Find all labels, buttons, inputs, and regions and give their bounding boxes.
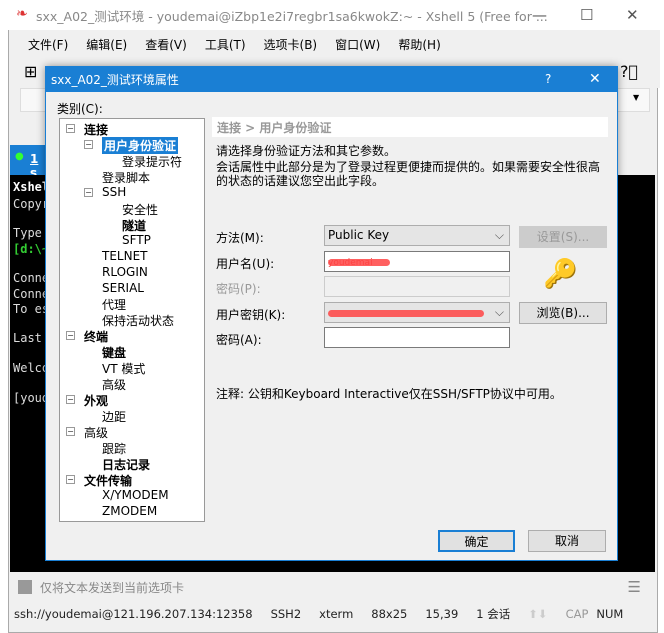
category-tree[interactable]: − 连接 − 用户身份验证 登录提示符 登录脚本 − SSH 安全性 隧道 SFTP TELNET RL… xyxy=(59,118,205,522)
window-title: sxx_A02_测试环境 - youdemai@iZbp1e2i7regbr1s… xyxy=(36,8,548,24)
dialog-close-button[interactable]: ✕ xyxy=(589,71,601,87)
terminal-line: Welco xyxy=(13,361,50,375)
tree-item[interactable]: 安全性 xyxy=(122,201,158,218)
menu-icon[interactable]: ☰ xyxy=(628,578,641,596)
tab-session[interactable]: ● 1 s xyxy=(10,145,48,180)
tree-item[interactable]: SERIAL xyxy=(102,281,144,295)
menu-item[interactable]: 工具(T) xyxy=(205,36,246,53)
userkey-label: 用户密钥(K): xyxy=(216,308,286,322)
method-label: 方法(M): xyxy=(216,231,264,245)
tree-item[interactable]: 保持活动状态 xyxy=(102,312,174,329)
status-terminal: xterm xyxy=(319,607,354,621)
tree-item[interactable]: VT 模式 xyxy=(102,360,145,377)
tree-item[interactable]: 用户身份验证 xyxy=(102,136,179,154)
tree-item[interactable]: TELNET xyxy=(102,249,148,263)
tree-item[interactable]: 隧道 xyxy=(122,217,146,234)
tree-item[interactable]: X/YMODEM xyxy=(102,488,169,502)
tree-item[interactable]: 终端 xyxy=(84,328,108,345)
userkey-select[interactable]: ⌵ xyxy=(324,302,510,323)
tree-item[interactable]: 文件传输 xyxy=(84,472,132,489)
help-icon[interactable]: ?⃝ xyxy=(620,62,638,81)
minimize-button[interactable]: — xyxy=(532,6,547,24)
tree-item[interactable]: 跟踪 xyxy=(102,440,126,457)
tree-item[interactable]: 外观 xyxy=(84,392,108,409)
description-note: 会话属性中此部分是为了登录过程更便捷而提供的。如果需要安全性很高的状态的话建议您… xyxy=(216,160,601,188)
status-size: 88x25 xyxy=(371,607,408,621)
note-text: 注释: 公钥和Keyboard Interactive仅在SSH/SFTP协议中… xyxy=(216,387,562,401)
terminal-line: Type xyxy=(13,226,50,240)
username-input[interactable]: youdemai xyxy=(324,251,510,272)
new-session-icon[interactable]: ⊞ xyxy=(24,62,37,81)
terminal-line: Conne xyxy=(13,271,50,285)
method-select[interactable]: Public Key ⌵ xyxy=(324,225,510,246)
terminal-line: Xshel xyxy=(13,180,50,194)
compose-bar[interactable]: 仅将文本发送到当前选项卡 ☰ xyxy=(10,574,655,600)
ok-button[interactable]: 确定 xyxy=(438,530,515,552)
status-sessions: 1 会话 xyxy=(476,607,511,621)
settings-button: 设置(S)... xyxy=(519,226,607,248)
menu-item[interactable]: 帮助(H) xyxy=(398,36,440,53)
tree-item[interactable]: 登录提示符 xyxy=(122,153,182,170)
terminal-line: [youd xyxy=(13,391,50,405)
arrow-icons: ⬆⬇ xyxy=(528,607,548,621)
collapse-icon[interactable]: − xyxy=(84,187,93,197)
properties-dialog: sxx_A02_测试环境属性 ? ✕ 类别(C): − 连接 − 用户身份验证 登录提示… xyxy=(45,66,618,561)
tree-item[interactable]: 高级 xyxy=(84,424,108,441)
dialog-title-bar: sxx_A02_测试环境属性 ? ✕ xyxy=(46,67,617,92)
caps-indicator: CAP xyxy=(565,607,589,621)
tree-item[interactable]: RLOGIN xyxy=(102,265,148,279)
user-key-icon: 🔑 xyxy=(543,257,578,290)
terminal-line: Copyr xyxy=(13,197,50,211)
collapse-icon[interactable]: − xyxy=(66,395,75,405)
menu-item[interactable]: 查看(V) xyxy=(145,36,187,53)
terminal-line: [d:\~ xyxy=(13,242,50,256)
menu-item[interactable]: 选项卡(B) xyxy=(264,36,318,53)
status-cursor: 15,39 xyxy=(425,607,459,621)
breadcrumb: 连接 > 用户身份验证 xyxy=(212,117,608,137)
collapse-icon[interactable]: − xyxy=(66,124,75,133)
menu-item[interactable]: 窗口(W) xyxy=(335,36,380,53)
status-protocol: SSH2 xyxy=(270,607,302,621)
dialog-title: sxx_A02_测试环境属性 xyxy=(51,73,179,87)
terminal-line: To es xyxy=(13,302,50,316)
tree-item[interactable]: 连接 xyxy=(84,121,108,138)
tree-item[interactable]: ZMODEM xyxy=(102,504,157,518)
password-label: 密码(P): xyxy=(216,282,261,296)
tree-item[interactable]: 键盘 xyxy=(102,344,126,361)
tree-item[interactable]: 登录脚本 xyxy=(102,169,150,186)
menu-item[interactable]: 编辑(E) xyxy=(86,36,127,53)
tree-item[interactable]: 代理 xyxy=(102,296,126,313)
compose-input[interactable]: 仅将文本发送到当前选项卡 xyxy=(40,579,184,596)
status-connection: ssh://youdemai@121.196.207.134:12358 xyxy=(14,607,253,621)
category-label: 类别(C): xyxy=(57,102,103,116)
tree-item[interactable]: 边距 xyxy=(102,408,126,425)
help-button[interactable]: ? xyxy=(545,72,551,86)
passphrase-label: 密码(A): xyxy=(216,333,262,347)
terminal-line: Conne xyxy=(13,287,50,301)
tree-item[interactable]: 日志记录 xyxy=(102,456,150,473)
password-input xyxy=(324,276,510,297)
collapse-icon[interactable]: − xyxy=(84,139,93,149)
menu-bar: 文件(F) 编辑(E) 查看(V) 工具(T) 选项卡(B) 窗口(W) 帮助(H) xyxy=(10,30,660,58)
menu-item[interactable]: 文件(F) xyxy=(28,36,68,53)
browse-button[interactable]: 浏览(B)... xyxy=(519,302,607,324)
collapse-icon[interactable]: − xyxy=(66,474,75,484)
passphrase-input[interactable] xyxy=(324,327,510,348)
cancel-button[interactable]: 取消 xyxy=(528,530,606,552)
collapse-icon[interactable]: − xyxy=(66,331,75,341)
num-indicator: NUM xyxy=(596,607,624,621)
close-button[interactable]: ✕ xyxy=(626,6,639,24)
tree-item[interactable]: SSH xyxy=(102,185,126,199)
terminal-line: Last xyxy=(13,331,50,345)
username-label: 用户名(U): xyxy=(216,257,275,271)
tree-item[interactable]: SFTP xyxy=(122,233,151,247)
tree-item[interactable]: 高级 xyxy=(102,376,126,393)
collapse-icon[interactable]: − xyxy=(66,427,75,437)
title-bar: ❧ sxx_A02_测试环境 - youdemai@iZbp1e2i7regbr… xyxy=(0,0,664,30)
status-bar: ssh://youdemai@121.196.207.134:12358 SSH… xyxy=(10,600,655,628)
xshell-logo-icon: ❧ xyxy=(16,6,28,22)
terminal-icon xyxy=(18,580,32,594)
maximize-button[interactable]: ☐ xyxy=(580,6,593,24)
description: 请选择身份验证方法和其它参数。 xyxy=(216,144,397,158)
